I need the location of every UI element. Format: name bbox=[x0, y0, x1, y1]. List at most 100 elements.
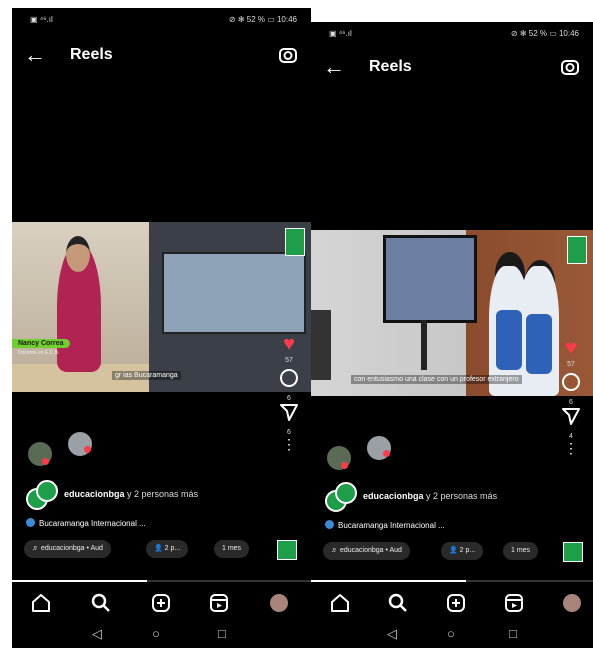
video-caption: con entusiasmo una clase con un profesor… bbox=[351, 375, 522, 384]
reel-video[interactable]: con entusiasmo una clase con un profesor… bbox=[311, 230, 593, 396]
status-right: ⊘ ✻ 52 % ▭ 10:46 bbox=[228, 15, 297, 24]
action-rail: ♥ 57 6 6 ⋮ bbox=[277, 334, 301, 470]
heart-icon[interactable]: ♥ bbox=[283, 333, 295, 355]
recents-square-icon[interactable]: □ bbox=[509, 626, 517, 641]
share-count: 6 bbox=[287, 429, 291, 436]
author-text[interactable]: educacionbga y 2 personas más bbox=[363, 491, 497, 501]
video-tripod bbox=[311, 310, 331, 380]
comment-button[interactable]: 6 bbox=[559, 372, 583, 406]
like-button[interactable]: ♥ 57 bbox=[559, 337, 583, 368]
video-monitor bbox=[162, 252, 306, 334]
time-chip: 1 mes bbox=[503, 542, 539, 560]
home-icon[interactable] bbox=[329, 592, 351, 614]
audio-thumbnail[interactable] bbox=[563, 542, 583, 562]
location-text[interactable]: Bucaramanga Internacional ... bbox=[39, 519, 146, 528]
share-button[interactable]: 4 bbox=[559, 406, 583, 440]
globe-icon bbox=[325, 520, 334, 529]
live-dot bbox=[42, 458, 49, 465]
audio-thumbnail[interactable] bbox=[277, 540, 297, 560]
create-icon[interactable] bbox=[150, 592, 172, 614]
home-icon[interactable] bbox=[30, 592, 52, 614]
home-circle-icon[interactable]: ○ bbox=[447, 626, 455, 641]
author-collaborators[interactable]: y 2 personas más bbox=[127, 489, 198, 499]
reels-icon[interactable] bbox=[208, 592, 230, 614]
avatar[interactable] bbox=[365, 434, 393, 462]
progress-bar[interactable] bbox=[12, 580, 311, 582]
camera-icon[interactable] bbox=[277, 44, 299, 66]
reels-header: ← Reels bbox=[12, 38, 311, 78]
search-icon[interactable] bbox=[387, 592, 409, 614]
time-chip: 1 mes bbox=[214, 540, 250, 558]
location-text[interactable]: Bucaramanga Internacional ... bbox=[338, 521, 445, 530]
comment-button[interactable]: 6 bbox=[277, 368, 301, 402]
channel-badge bbox=[567, 236, 587, 264]
people-chip[interactable]: 👤 2 p... bbox=[146, 540, 189, 558]
comment-count: 6 bbox=[287, 395, 291, 402]
live-dot bbox=[383, 450, 390, 457]
more-button[interactable]: ⋮ bbox=[559, 440, 583, 466]
video-student-vest bbox=[526, 314, 552, 374]
chips-row: ♬ educacionbga • Aud 👤 2 p... 1 mes bbox=[24, 540, 275, 560]
share-icon[interactable] bbox=[279, 402, 299, 422]
share-icon[interactable] bbox=[561, 406, 581, 426]
author-text[interactable]: educacionbga y 2 personas más bbox=[64, 489, 198, 499]
comment-count: 6 bbox=[569, 399, 573, 406]
location-row[interactable]: Bucaramanga Internacional ... bbox=[26, 518, 146, 528]
profile-avatar[interactable] bbox=[270, 594, 288, 612]
camera-icon[interactable] bbox=[559, 56, 581, 78]
reel-video[interactable]: Nancy Correa Docente en E.C.B. gr ias Bu… bbox=[12, 222, 311, 392]
action-rail: ♥ 57 6 4 ⋮ bbox=[559, 338, 583, 474]
search-icon[interactable] bbox=[90, 592, 112, 614]
back-triangle-icon[interactable]: ◁ bbox=[92, 626, 102, 642]
status-right: ⊘ ✻ 52 % ▭ 10:46 bbox=[510, 29, 579, 38]
status-left: ▣ ⁴⁶.ıl bbox=[329, 29, 352, 38]
audio-chip[interactable]: ♬ educacionbga • Aud bbox=[24, 540, 111, 558]
live-dot bbox=[84, 446, 91, 453]
back-arrow-icon[interactable]: ← bbox=[24, 44, 46, 66]
status-bar: ▣ ⁴⁶.ıl ⊘ ✻ 52 % ▭ 10:46 bbox=[12, 8, 311, 30]
name-subtitle: Docente en E.C.B. bbox=[18, 350, 60, 356]
recents-square-icon[interactable]: □ bbox=[218, 626, 226, 641]
reels-icon[interactable] bbox=[503, 592, 525, 614]
author-collaborators[interactable]: y 2 personas más bbox=[426, 491, 497, 501]
more-icon[interactable]: ⋮ bbox=[564, 440, 578, 456]
author-handle[interactable]: educacionbga bbox=[64, 489, 125, 499]
home-circle-icon[interactable]: ○ bbox=[152, 626, 160, 641]
comment-icon[interactable] bbox=[279, 368, 299, 388]
create-icon[interactable] bbox=[445, 592, 467, 614]
video-caption: gr ias Bucaramanga bbox=[112, 371, 181, 380]
name-tag: Nancy Correa bbox=[12, 339, 70, 348]
system-nav: ◁ ○ □ bbox=[311, 622, 593, 646]
avatar[interactable] bbox=[66, 430, 94, 458]
author-handle[interactable]: educacionbga bbox=[363, 491, 424, 501]
chips-row: ♬ educacionbga • Aud 👤 2 p... 1 mes bbox=[323, 542, 557, 562]
author-avatar[interactable] bbox=[325, 482, 357, 512]
heart-icon[interactable]: ♥ bbox=[565, 337, 577, 359]
bottom-nav bbox=[311, 586, 593, 620]
comment-icon[interactable] bbox=[561, 372, 581, 392]
bottom-nav bbox=[12, 586, 311, 620]
avatar[interactable] bbox=[325, 444, 353, 472]
progress-fill bbox=[12, 580, 147, 582]
share-button[interactable]: 6 bbox=[277, 402, 301, 436]
system-nav: ◁ ○ □ bbox=[12, 622, 311, 646]
profile-avatar[interactable] bbox=[563, 594, 581, 612]
video-person-head bbox=[66, 236, 90, 272]
audio-chip[interactable]: ♬ educacionbga • Aud bbox=[323, 542, 410, 560]
reels-screen-right: ▣ ⁴⁶.ıl ⊘ ✻ 52 % ▭ 10:46 ← Reels con ent… bbox=[311, 22, 593, 648]
video-student-vest bbox=[496, 310, 522, 370]
more-icon[interactable]: ⋮ bbox=[282, 436, 296, 452]
like-button[interactable]: ♥ 57 bbox=[277, 333, 301, 364]
back-triangle-icon[interactable]: ◁ bbox=[387, 626, 397, 642]
back-arrow-icon[interactable]: ← bbox=[323, 56, 345, 78]
location-row[interactable]: Bucaramanga Internacional ... bbox=[325, 520, 445, 530]
progress-bar[interactable] bbox=[311, 580, 593, 582]
video-tv-screen bbox=[383, 235, 477, 323]
share-count: 4 bbox=[569, 433, 573, 440]
avatar[interactable] bbox=[26, 440, 54, 468]
progress-fill bbox=[311, 580, 467, 582]
people-chip[interactable]: 👤 2 p... bbox=[441, 542, 484, 560]
reels-screen-left: ▣ ⁴⁶.ıl ⊘ ✻ 52 % ▭ 10:46 ← Reels Nancy C… bbox=[12, 8, 311, 648]
more-button[interactable]: ⋮ bbox=[277, 436, 301, 462]
author-avatar[interactable] bbox=[26, 480, 58, 510]
